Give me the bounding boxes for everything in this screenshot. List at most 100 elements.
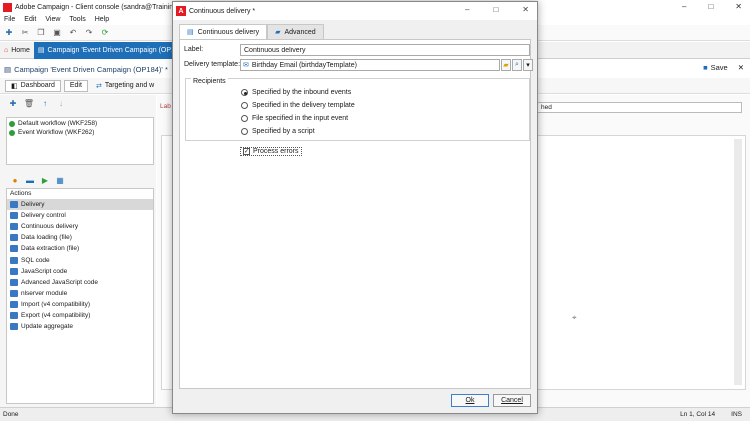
tab-advanced[interactable]: ▰ Advanced — [267, 24, 324, 39]
radio-input-file[interactable]: File specified in the input event — [241, 115, 348, 122]
action-update-aggregate[interactable]: Update aggregate — [7, 321, 153, 332]
list-item[interactable]: Event Workflow (WKF262) — [9, 128, 151, 137]
lock-icon[interactable]: ▣ — [52, 28, 62, 38]
tab-edit-label: Edit — [69, 82, 82, 89]
move-down-icon[interactable]: ↓ — [56, 98, 66, 108]
window-controls: – □ ✕ — [682, 2, 742, 11]
redo-icon[interactable]: ↷ — [84, 28, 94, 38]
home-icon: ⌂ — [4, 46, 9, 54]
undo-icon[interactable]: ↶ — [68, 28, 78, 38]
action-label: Continuous delivery — [21, 223, 79, 231]
save-label: Save — [710, 63, 728, 72]
template-buttons: ▰ ⌕ ▾ — [501, 59, 533, 71]
delivery-template-field[interactable]: ✉ Birthday Email (birthdayTemplate) — [240, 59, 500, 71]
close-campaign-icon[interactable]: ✕ — [738, 63, 744, 72]
advanced-javascript-icon — [10, 278, 18, 286]
menu-tools[interactable]: Tools — [69, 16, 85, 23]
import-icon — [10, 300, 18, 308]
cut-icon[interactable]: ✂ — [20, 28, 30, 38]
list-item[interactable]: Default workflow (WKF258) — [9, 119, 151, 128]
action-advanced-javascript[interactable]: Advanced JavaScript code — [7, 277, 153, 288]
refresh-icon[interactable]: ⟳ — [100, 28, 110, 38]
close-icon[interactable]: ✕ — [735, 2, 742, 11]
maximize-icon[interactable]: □ — [708, 2, 713, 11]
right-pane-field[interactable]: hed — [537, 102, 742, 113]
tab-home[interactable]: ⌂ Home — [0, 42, 34, 59]
menu-view[interactable]: View — [45, 16, 60, 23]
actions-palette-icon[interactable]: ▶ — [40, 175, 50, 185]
action-label: SQL code — [21, 256, 50, 264]
update-aggregate-icon — [10, 323, 18, 331]
minimize-icon[interactable]: – — [465, 5, 469, 14]
data-extraction-icon — [10, 245, 18, 253]
save-icon: ■ — [703, 63, 708, 72]
targeting-palette-icon[interactable]: ● — [10, 175, 20, 185]
radio-delivery-template[interactable]: Specified in the delivery template — [241, 102, 355, 109]
tab-continuous-delivery[interactable]: ▤ Continuous delivery — [179, 24, 268, 39]
canvas-scrollbar[interactable] — [734, 139, 742, 385]
tab-edit[interactable]: Edit — [63, 79, 88, 92]
action-label: JavaScript code — [21, 267, 68, 275]
close-icon[interactable]: ✕ — [522, 5, 529, 14]
radio-button[interactable] — [241, 128, 248, 135]
tab-targeting-label: Targeting and w — [104, 82, 155, 89]
radio-button[interactable] — [241, 115, 248, 122]
cancel-button[interactable]: Cancel — [493, 394, 531, 407]
palette-tabs: ● ▬ ▶ ▦ — [0, 173, 65, 187]
delete-icon[interactable]: 🗑 — [24, 98, 34, 108]
folder-icon[interactable]: ▰ — [501, 59, 511, 71]
data-loading-icon — [10, 234, 18, 242]
menu-file[interactable]: File — [4, 16, 15, 23]
minimize-icon[interactable]: – — [682, 2, 686, 11]
workflow-status-icon — [9, 120, 15, 127]
tab-dashboard[interactable]: ◧ Dashboard — [5, 79, 61, 92]
search-icon[interactable]: ⌕ — [512, 59, 522, 71]
tab-campaign[interactable]: ▤ Campaign 'Event Driven Campaign (OP18 — [33, 41, 183, 59]
events-palette-icon[interactable]: ▦ — [55, 175, 65, 185]
workflow-label: Event Workflow (WKF262) — [18, 129, 95, 136]
menu-edit[interactable]: Edit — [24, 16, 36, 23]
radio-button[interactable] — [241, 89, 248, 96]
action-data-loading[interactable]: Data loading (file) — [7, 232, 153, 243]
process-errors-checkbox[interactable]: ✓ Process errors — [240, 147, 302, 156]
dialog-footer: Ok Cancel — [173, 389, 537, 413]
maximize-icon[interactable]: □ — [493, 5, 498, 14]
save-button[interactable]: ■ Save — [703, 63, 728, 72]
new-icon[interactable]: ✚ — [4, 28, 14, 38]
checkbox[interactable]: ✓ — [243, 148, 250, 155]
action-import[interactable]: Import (v4 compatibility) — [7, 299, 153, 310]
action-label: Import (v4 compatibility) — [21, 300, 90, 308]
action-nlserver-module[interactable]: nlserver module — [7, 288, 153, 299]
action-data-extraction[interactable]: Data extraction (file) — [7, 243, 153, 254]
flow-control-icon[interactable]: ▬ — [25, 175, 35, 185]
action-continuous-delivery[interactable]: Continuous delivery — [7, 221, 153, 232]
new-workflow-icon[interactable]: ✚ — [8, 98, 18, 108]
advanced-icon: ▰ — [275, 29, 281, 36]
radio-button[interactable] — [241, 102, 248, 109]
ok-button[interactable]: Ok — [451, 394, 489, 407]
workflow-status-icon — [9, 129, 15, 136]
targeting-icon: ⇄ — [95, 82, 102, 90]
action-sql-code[interactable]: SQL code — [7, 254, 153, 265]
radio-label: Specified in the delivery template — [252, 102, 355, 109]
dialog-title: Continuous delivery * — [189, 7, 256, 15]
tab-campaign-label: Campaign 'Event Driven Campaign (OP18 — [47, 46, 179, 54]
radio-inbound-events[interactable]: Specified by the inbound events — [241, 89, 351, 96]
action-delivery[interactable]: Delivery — [7, 199, 153, 211]
action-label: nlserver module — [21, 289, 68, 297]
insert-mode: INS — [731, 411, 742, 418]
move-up-icon[interactable]: ↑ — [40, 98, 50, 108]
nlserver-module-icon — [10, 289, 18, 297]
action-export[interactable]: Export (v4 compatibility) — [7, 310, 153, 321]
copy-icon[interactable]: ❐ — [36, 28, 46, 38]
action-javascript-code[interactable]: JavaScript code — [7, 266, 153, 277]
tab-advanced-label: Advanced — [284, 28, 316, 36]
label-input[interactable] — [240, 44, 530, 56]
campaign-icon: ▤ — [4, 64, 12, 74]
menu-help[interactable]: Help — [95, 16, 109, 23]
chevron-down-icon[interactable]: ▾ — [523, 59, 533, 71]
radio-script[interactable]: Specified by a script — [241, 128, 315, 135]
recipients-group: Recipients Specified by the inbound even… — [185, 78, 530, 141]
action-delivery-control[interactable]: Delivery control — [7, 210, 153, 221]
tab-targeting[interactable]: ⇄ Targeting and w — [91, 80, 159, 92]
